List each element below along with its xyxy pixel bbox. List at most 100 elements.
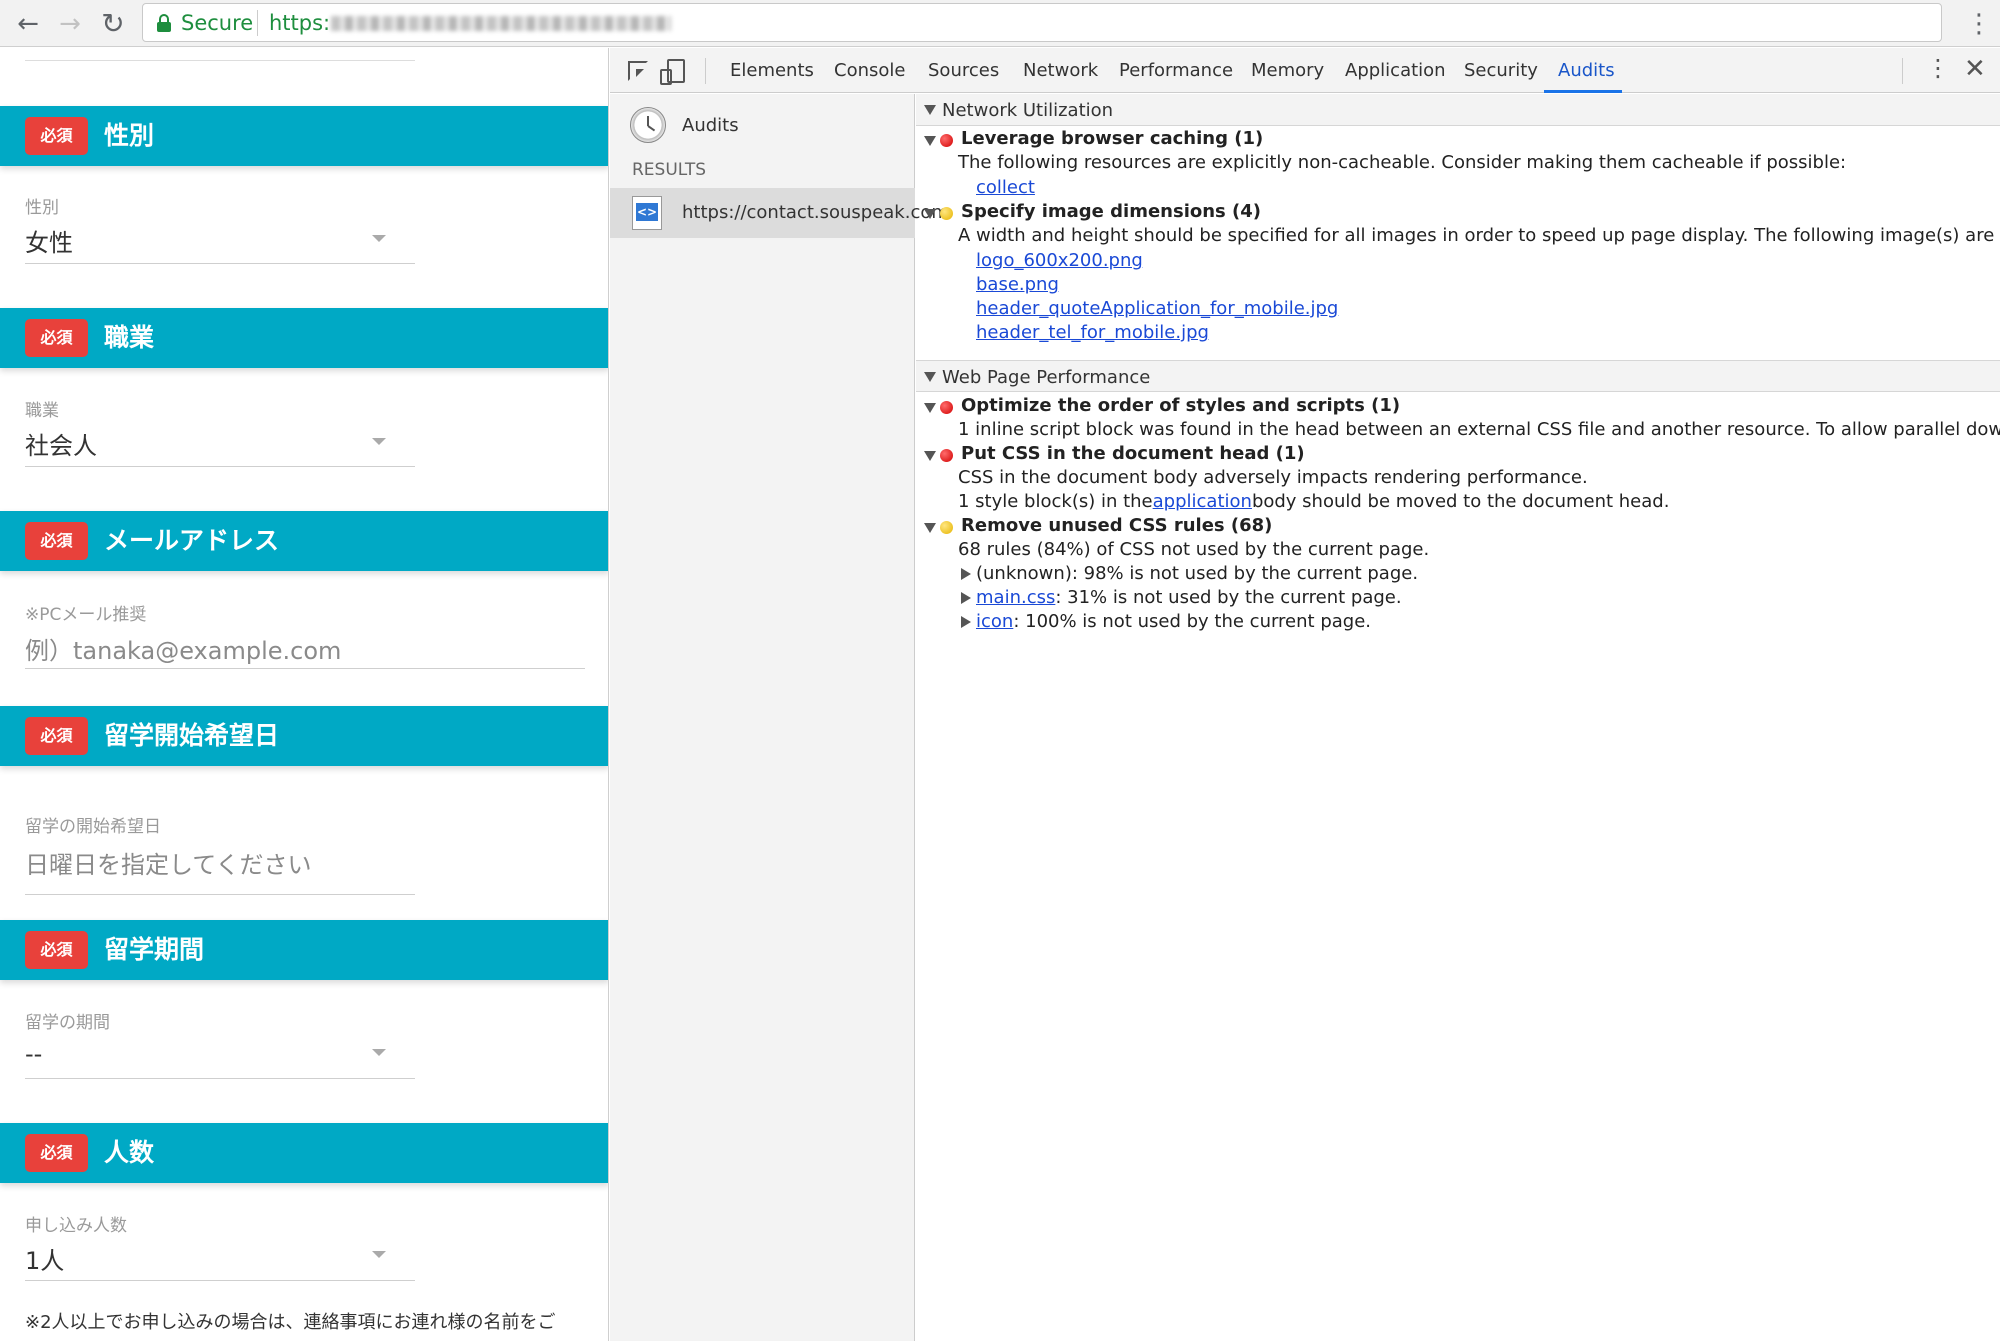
rule-title: Specify image dimensions (4) [961,201,1262,222]
chevron-down-icon[interactable] [372,235,386,242]
resource-link[interactable]: application [1153,491,1252,512]
toolbar-separator [1902,58,1903,84]
text-fragment: 1 style block(s) in the [958,491,1153,512]
email-field-label: ※PCメール推奨 [25,605,147,625]
unused-css-item[interactable]: icon: 100% is not used by the current pa… [976,611,1371,632]
duration-select[interactable]: -- [25,1040,42,1068]
rule-title: Leverage browser caching (1) [961,128,1264,149]
web-page-icon [632,196,662,230]
chevron-down-icon[interactable] [372,1251,386,1258]
tab-performance[interactable]: Performance [1119,60,1233,81]
address-separator [257,10,258,36]
start-date-field-label: 留学の開始希望日 [25,817,161,837]
gender-field-label: 性別 [25,198,59,218]
tab-sources[interactable]: Sources [928,60,999,81]
section-header-start-date: 必須 留学開始希望日 [0,706,608,766]
audits-gauge-icon [630,107,666,143]
inspect-element-icon[interactable] [628,61,648,81]
section-header-occupation: 必須 職業 [0,308,608,368]
people-select[interactable]: 1人 [25,1241,64,1276]
chevron-down-icon[interactable] [372,1049,386,1056]
expand-triangle-icon[interactable] [961,592,971,604]
tab-audits[interactable]: Audits [1558,60,1615,81]
resource-link[interactable]: main.css [976,587,1055,608]
divider [25,60,415,61]
tab-application[interactable]: Application [1345,60,1446,81]
resource-link[interactable]: header_tel_for_mobile.jpg [976,322,1209,343]
error-dot-icon [940,449,953,462]
tab-elements[interactable]: Elements [730,60,814,81]
lock-icon [157,14,171,32]
rule-description: 68 rules (84%) of CSS not used by the cu… [958,539,1430,560]
resource-link[interactable]: header_quoteApplication_for_mobile.jpg [976,298,1338,319]
url-scheme: https: [269,11,331,35]
expand-triangle-icon[interactable] [924,451,936,461]
devtools-panel: Elements Console Sources Network Perform… [610,48,2000,1341]
section-title: 職業 [104,323,155,352]
gender-select[interactable]: 女性 [25,223,73,258]
device-toolbar-icon[interactable] [660,59,685,85]
rule-title: Put CSS in the document head (1) [961,443,1305,464]
close-icon[interactable]: ✕ [1964,54,1986,84]
expand-triangle-icon[interactable] [961,568,971,580]
error-dot-icon [940,134,953,147]
forward-button[interactable]: → [52,6,88,42]
warning-dot-icon [940,207,953,220]
more-options-icon[interactable]: ⋮ [1926,54,1950,82]
email-field[interactable]: 例）tanaka@example.com [25,631,341,666]
expand-triangle-icon[interactable] [924,105,936,115]
tab-memory[interactable]: Memory [1251,60,1324,81]
required-badge: 必須 [25,931,88,969]
tab-network[interactable]: Network [1023,60,1098,81]
occupation-select[interactable]: 社会人 [25,426,97,461]
section-header-gender: 必須 性別 [0,106,608,166]
expand-triangle-icon[interactable] [924,403,936,413]
rule-title: Remove unused CSS rules (68) [961,515,1273,536]
results-heading: RESULTS [632,160,707,180]
browser-toolbar: ← → ↻ Secure https: ⋮ [0,0,2000,47]
required-badge: 必須 [25,117,88,155]
resource-detail: : 100% is not used by the current page. [1013,611,1371,632]
tab-security[interactable]: Security [1464,60,1538,81]
field-underline [25,1280,415,1281]
resource-link[interactable]: collect [976,177,1035,198]
unused-css-item[interactable]: main.css: 31% is not used by the current… [976,587,1402,608]
expand-triangle-icon[interactable] [924,523,936,533]
unused-css-item[interactable]: (unknown): 98% is not used by the curren… [976,563,1418,584]
browser-menu-button[interactable]: ⋮ [1966,6,1992,42]
start-date-field[interactable]: 日曜日を指定してください [25,845,312,880]
resource-link[interactable]: logo_600x200.png [976,250,1143,271]
reload-button[interactable]: ↻ [95,6,131,42]
rule-description: A width and height should be specified f… [958,225,2000,246]
expand-triangle-icon[interactable] [961,616,971,628]
arrow-left-icon: ← [17,9,39,39]
notice-text: ※2人以上でお申し込みの場合は、連絡事項にお連れ様の名前をご [25,1312,556,1333]
group-network-utilization[interactable]: Network Utilization [916,94,2000,126]
expand-triangle-icon[interactable] [924,136,936,146]
rule-title: Optimize the order of styles and scripts… [961,395,1401,416]
tab-console[interactable]: Console [834,60,905,81]
section-title: 留学期間 [104,935,205,964]
resource-link[interactable]: icon [976,611,1013,632]
section-title: 人数 [104,1138,155,1167]
section-header-people: 必須 人数 [0,1123,608,1183]
back-button[interactable]: ← [10,6,46,42]
chevron-down-icon[interactable] [372,438,386,445]
audits-sidebar-item[interactable]: Audits [682,115,739,136]
kebab-menu-icon: ⋮ [1966,9,1992,39]
group-title: Network Utilization [942,100,1114,121]
group-web-page-performance[interactable]: Web Page Performance [916,360,2000,392]
section-header-email: 必須 メールアドレス [0,511,608,571]
audit-result-item[interactable]: https://contact.souspeak.com [610,188,949,238]
resource-link[interactable]: base.png [976,274,1059,295]
section-header-duration: 必須 留学期間 [0,920,608,980]
address-bar[interactable]: Secure https: [142,3,1942,42]
field-underline [25,466,415,467]
rule-description: 1 inline script block was found in the h… [958,419,2000,440]
field-underline [25,894,415,895]
required-badge: 必須 [25,522,88,560]
required-badge: 必須 [25,1134,88,1172]
expand-triangle-icon[interactable] [924,372,936,382]
people-field-label: 申し込み人数 [25,1216,127,1236]
expand-triangle-icon[interactable] [924,209,936,219]
